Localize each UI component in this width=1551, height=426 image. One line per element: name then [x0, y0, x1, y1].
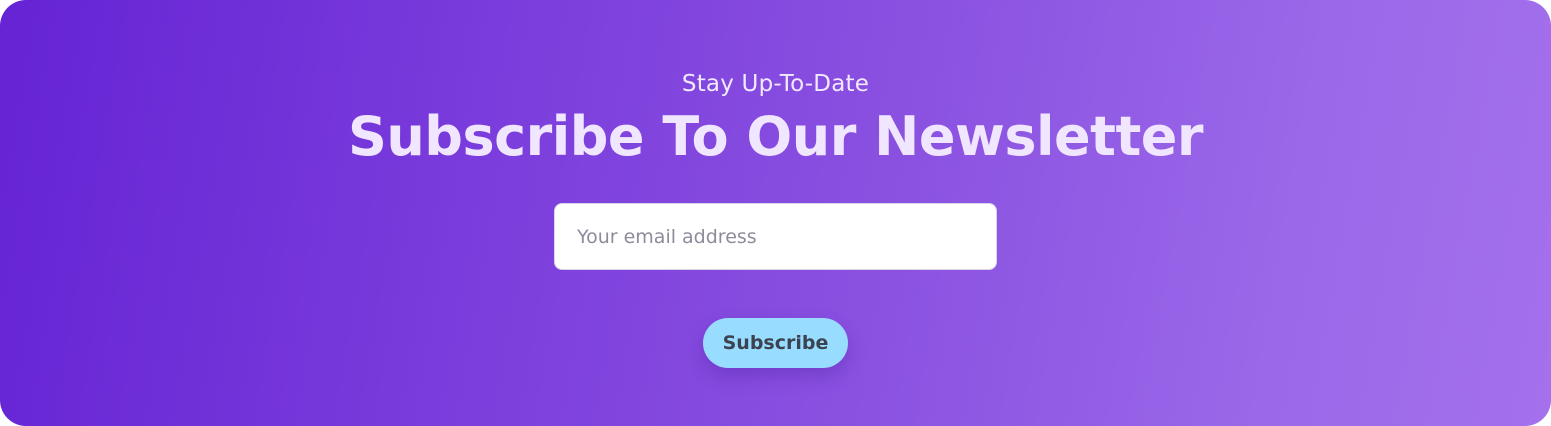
- newsletter-title: Subscribe To Our Newsletter: [347, 105, 1204, 168]
- email-address-input[interactable]: [554, 203, 997, 270]
- newsletter-eyebrow: Stay Up-To-Date: [681, 71, 870, 97]
- newsletter-banner: Stay Up-To-Date Subscribe To Our Newslet…: [0, 0, 1551, 426]
- subscribe-button[interactable]: Subscribe: [703, 318, 848, 368]
